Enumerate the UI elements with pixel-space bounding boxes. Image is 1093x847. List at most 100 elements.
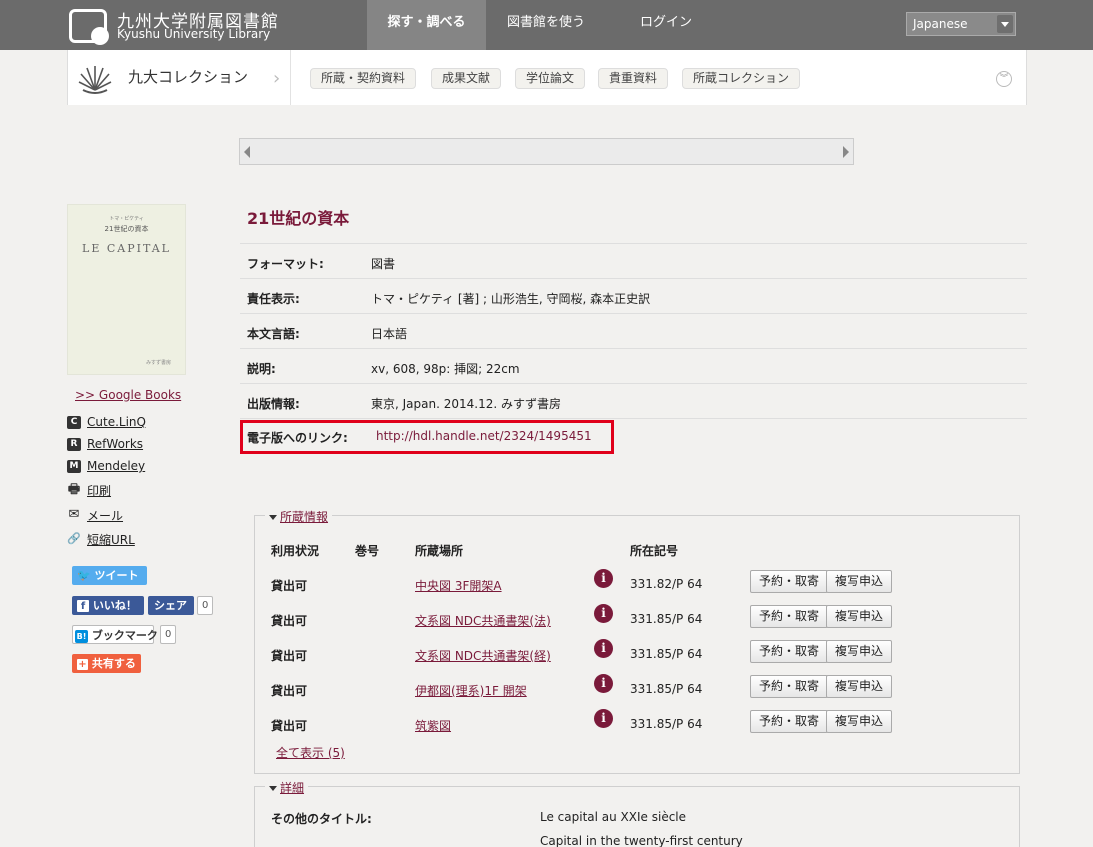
short-url-label[interactable]: 短縮URL [87,531,135,548]
reserve-button[interactable]: 予約・取寄 [750,570,829,593]
tag-collections[interactable]: 所蔵コレクション [682,68,801,89]
field-key: フォーマット: [247,257,324,271]
link-icon: 🔗 [67,532,81,545]
scroll-right-icon[interactable] [843,146,849,158]
tag-rare-materials[interactable]: 貴重資料 [598,68,669,89]
collection-title[interactable]: 九大コレクション [128,66,248,87]
status: 貸出可 [271,614,308,628]
nav-login[interactable]: ログイン [606,0,726,50]
holdings-legend-label[interactable]: 所蔵情報 [280,510,328,524]
refworks-label[interactable]: RefWorks [87,437,143,451]
library-logo-dot [91,27,109,45]
copy-request-button[interactable]: 複写申込 [826,570,893,593]
copy-request-button[interactable]: 複写申込 [826,710,893,733]
share-plus-label: 共有する [91,657,136,670]
details-legend-label[interactable]: 詳細 [280,781,304,795]
language-value: Japanese [913,17,968,31]
cover-title-fr: LE CAPITAL [82,242,171,255]
field-key: 本文言語: [247,327,300,341]
record-title: 21世紀の資本 [247,209,350,228]
hatena-bookmark-button[interactable]: B! ブックマーク [72,625,158,644]
book-cover: トマ・ピケティ 21世紀の資本 LE CAPITAL みすず書房 [67,204,186,375]
refworks-icon: R [67,438,81,451]
header-call-number: 所在記号 [630,544,679,558]
location-link[interactable]: 伊都図(理系)1F 開架 [415,682,527,699]
mendeley-label[interactable]: Mendeley [87,459,145,473]
holdings-legend[interactable]: 所蔵情報 [265,508,333,525]
field-row-language: 本文言語: 日本語 [240,313,1027,348]
info-icon[interactable]: i [594,604,613,623]
expand-more-icon[interactable]: ︾ [996,71,1012,87]
header-location: 所蔵場所 [415,544,464,558]
field-value: トマ・ピケティ [著] ; 山形浩生, 守岡桜, 森本正史訳 [371,292,651,306]
tag-holdings[interactable]: 所蔵・契約資料 [310,68,417,89]
cover-publisher: みすず書房 [145,360,171,366]
field-value: 東京, Japan. 2014.12. みすず書房 [371,397,561,411]
copy-request-button[interactable]: 複写申込 [826,675,893,698]
info-icon[interactable]: i [594,709,613,728]
table-row: 貸出可 文系図 NDC共通書架(経) i 331.85/P 64 予約・取寄 複… [255,638,1019,673]
tag-theses[interactable]: 学位論文 [515,68,586,89]
field-key: 責任表示: [247,292,300,306]
location-link[interactable]: 文系図 NDC共通書架(経) [415,647,551,664]
other-title-value: Capital in the twenty-first century [540,834,743,847]
reserve-button[interactable]: 予約・取寄 [750,640,829,663]
location-link[interactable]: 文系図 NDC共通書架(法) [415,612,551,629]
field-value: 日本語 [371,327,408,341]
call-number: 331.85/P 64 [630,717,703,731]
nav-search[interactable]: 探す・調べる [367,0,486,50]
field-value: xv, 608, 98p: 挿図; 22cm [371,362,520,376]
table-row: 貸出可 文系図 NDC共通書架(法) i 331.85/P 64 予約・取寄 複… [255,603,1019,638]
like-label: いいね！ [92,599,137,612]
reserve-button[interactable]: 予約・取寄 [750,675,829,698]
mail-label[interactable]: メール [87,507,123,524]
reserve-button[interactable]: 予約・取寄 [750,605,829,628]
field-row-format: フォーマット: 図書 [240,243,1027,278]
collapse-triangle-icon [269,786,277,791]
field-row-description: 説明: xv, 608, 98p: 挿図; 22cm [240,348,1027,383]
copy-request-button[interactable]: 複写申込 [826,605,893,628]
scroll-left-icon[interactable] [244,146,250,158]
status: 貸出可 [271,684,308,698]
tweet-button[interactable]: 🐦 ツイート [72,566,147,585]
show-all-link[interactable]: 全て表示 (5) [276,744,345,761]
info-icon[interactable]: i [594,674,613,693]
other-title-key: その他のタイトル: [271,812,372,826]
field-row-publication: 出版情報: 東京, Japan. 2014.12. みすず書房 [240,383,1027,418]
reserve-button[interactable]: 予約・取寄 [750,710,829,733]
location-link[interactable]: 中央図 3F開架A [415,577,502,594]
print-label[interactable]: 印刷 [87,482,111,499]
tag-research-output[interactable]: 成果文献 [431,68,502,89]
cutelinq-label[interactable]: Cute.LinQ [87,415,146,429]
print-icon: 🖶 [67,482,81,497]
top-bar: 九州大学附属図書館 Kyushu University Library 探す・調… [0,0,1093,50]
header-volume: 巻号 [355,544,380,558]
status: 貸出可 [271,579,308,593]
table-row: 貸出可 伊都図(理系)1F 開架 i 331.85/P 64 予約・取寄 複写申… [255,673,1019,708]
bookmark-count: 0 [160,625,177,644]
status: 貸出可 [271,719,308,733]
highlight-box [240,420,614,454]
copy-request-button[interactable]: 複写申込 [826,640,893,663]
facebook-share-button[interactable]: シェア [148,596,194,615]
logo-title-en[interactable]: Kyushu University Library [117,27,270,41]
plus-icon: + [77,659,88,670]
call-number: 331.85/P 64 [630,612,703,626]
mail-icon: ✉ [68,507,80,522]
language-select[interactable]: Japanese [906,12,1016,36]
info-icon[interactable]: i [594,569,613,588]
google-books-link[interactable]: >> Google Books [75,388,181,402]
facebook-like-button[interactable]: f いいね！ [72,596,144,615]
cutelinq-icon: C [67,416,81,429]
location-link[interactable]: 筑紫図 [415,717,451,734]
mendeley-icon: M [67,460,81,473]
divider [290,50,291,105]
cover-author: トマ・ピケティ [109,216,144,222]
info-icon[interactable]: i [594,639,613,658]
call-number: 331.82/P 64 [630,577,703,591]
table-row: 貸出可 筑紫図 i 331.85/P 64 予約・取寄 複写申込 [255,708,1019,743]
nav-use-library[interactable]: 図書館を使う [486,0,606,50]
share-button[interactable]: + 共有する [72,654,141,673]
horizontal-scrollbar[interactable] [239,138,854,165]
details-legend[interactable]: 詳細 [265,779,309,796]
